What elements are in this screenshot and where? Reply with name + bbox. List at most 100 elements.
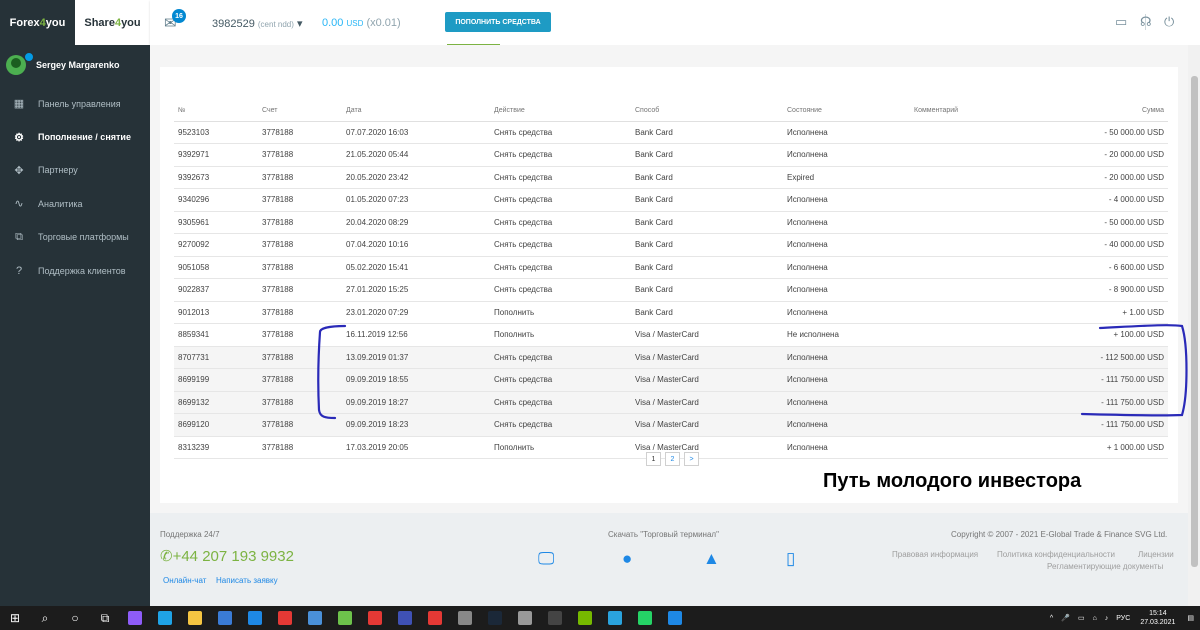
app-icon[interactable] bbox=[450, 606, 480, 630]
regulating-docs-link[interactable]: Регламентирующие документы bbox=[1047, 562, 1163, 571]
column-header[interactable]: № bbox=[174, 100, 258, 122]
sidebar-item-0[interactable]: ▦ Панель управления bbox=[0, 87, 150, 120]
app-icon[interactable] bbox=[660, 606, 690, 630]
android-icon[interactable]: ▲ bbox=[703, 549, 720, 569]
tray-chevron-icon[interactable]: ^ bbox=[1046, 615, 1057, 622]
cell-account: 3778188 bbox=[258, 143, 342, 167]
app-icon[interactable] bbox=[120, 606, 150, 630]
terminal-icon-glyph bbox=[548, 611, 562, 625]
pagination: 1 2 > bbox=[646, 452, 699, 466]
desktop-icon[interactable]: 🖵 bbox=[538, 549, 554, 569]
gear-icon: ⚙ bbox=[14, 131, 24, 144]
cell-comment bbox=[910, 278, 1030, 302]
sidebar-item-2[interactable]: ✥ Партнеру bbox=[0, 154, 150, 187]
licenses-link[interactable]: Лицензии bbox=[1138, 550, 1174, 559]
forex4you-logo[interactable]: Forex 4 you bbox=[0, 0, 75, 45]
sidebar-item-4[interactable]: ⧉ Торговые платформы bbox=[0, 221, 150, 254]
cell-id[interactable]: 8699199 bbox=[174, 368, 258, 392]
cell-id[interactable]: 9392971 bbox=[174, 143, 258, 167]
transactions-table: № Счет Дата Действие Способ Состояние Коммента… bbox=[174, 100, 1168, 459]
page-2-button[interactable]: 2 bbox=[665, 452, 680, 466]
volume-icon[interactable]: ♪ bbox=[1101, 615, 1113, 622]
cell-id[interactable]: 9051058 bbox=[174, 256, 258, 279]
task-view-icon[interactable]: ⧉ bbox=[90, 606, 120, 630]
cell-status: Expired bbox=[783, 166, 910, 189]
write-request-link[interactable]: Написать заявку bbox=[216, 576, 278, 585]
online-chat-link[interactable]: Онлайн-чат bbox=[163, 576, 206, 585]
store-icon-glyph bbox=[218, 611, 232, 625]
network-icon[interactable]: ⌂ bbox=[1089, 615, 1101, 622]
column-header[interactable]: Счет bbox=[258, 100, 342, 122]
nvidia-icon[interactable] bbox=[570, 606, 600, 630]
headset-icon[interactable]: ☊ bbox=[1140, 14, 1152, 30]
language-indicator[interactable]: РУС bbox=[1112, 615, 1134, 622]
edge-icon[interactable] bbox=[150, 606, 180, 630]
cell-id[interactable]: 9523103 bbox=[174, 121, 258, 144]
account-number: 3982529 bbox=[212, 18, 255, 30]
cell-comment bbox=[910, 188, 1030, 212]
calculator-icon[interactable] bbox=[300, 606, 330, 630]
privacy-policy-link[interactable]: Политика конфиденциальности bbox=[997, 550, 1115, 559]
column-header[interactable]: Способ bbox=[631, 100, 783, 122]
cell-id[interactable]: 9305961 bbox=[174, 211, 258, 234]
search-icon[interactable]: ⌕ bbox=[30, 606, 60, 630]
column-header[interactable]: Дата bbox=[342, 100, 490, 122]
telegram-icon[interactable] bbox=[600, 606, 630, 630]
column-header[interactable]: Состояние bbox=[783, 100, 910, 122]
page-scrollbar[interactable] bbox=[1188, 45, 1200, 606]
scroll-thumb[interactable] bbox=[1191, 76, 1198, 567]
column-header[interactable]: Комментарий bbox=[910, 100, 1030, 122]
mail-icon[interactable] bbox=[240, 606, 270, 630]
cell-action: Снять средства bbox=[490, 233, 631, 257]
cell-id[interactable]: 9392673 bbox=[174, 166, 258, 189]
cell-status: Исполнена bbox=[783, 436, 910, 459]
account-selector[interactable]: 3982529 (cent ndd) ▾ bbox=[212, 17, 303, 30]
legal-info-link[interactable]: Правовая информация bbox=[892, 550, 978, 559]
power-icon[interactable]: ⏻ bbox=[1164, 14, 1174, 30]
cell-action: Снять средства bbox=[490, 166, 631, 189]
sidebar-item-3[interactable]: ∿ Аналитика bbox=[0, 187, 150, 220]
column-header[interactable]: Сумма bbox=[1030, 100, 1168, 122]
cell-account: 3778188 bbox=[258, 436, 342, 459]
steam-icon[interactable] bbox=[480, 606, 510, 630]
whatsapp-icon[interactable] bbox=[630, 606, 660, 630]
app-icon[interactable] bbox=[510, 606, 540, 630]
cell-method: Bank Card bbox=[631, 256, 783, 279]
share4you-logo[interactable]: Share 4 you bbox=[75, 0, 150, 45]
file-explorer-icon[interactable] bbox=[180, 606, 210, 630]
tablet-icon[interactable]: ▯ bbox=[786, 549, 795, 569]
yandex-icon[interactable] bbox=[270, 606, 300, 630]
cell-amount: - 111 750.00 USD bbox=[1030, 391, 1168, 414]
chat-icon[interactable]: ▭ bbox=[1115, 14, 1127, 30]
xbox-icon[interactable] bbox=[330, 606, 360, 630]
notifications-icon[interactable]: ▤ bbox=[1181, 614, 1200, 622]
cell-id[interactable]: 9340296 bbox=[174, 188, 258, 212]
terminal-icon[interactable] bbox=[540, 606, 570, 630]
cortana-icon[interactable]: ○ bbox=[60, 606, 90, 630]
system-tray: ^ 🎤 ▭ ⌂ ♪ РУС 15:14 27.03.2021 ▤ bbox=[1046, 606, 1200, 630]
sidebar-item-1[interactable]: ⚙ Пополнение / снятие bbox=[0, 120, 150, 153]
cell-id[interactable]: 8707731 bbox=[174, 346, 258, 369]
cell-id[interactable]: 9270092 bbox=[174, 233, 258, 257]
clock[interactable]: 15:14 27.03.2021 bbox=[1134, 609, 1181, 627]
cell-date: 07.07.2020 16:03 bbox=[342, 121, 490, 144]
column-header[interactable]: Действие bbox=[490, 100, 631, 122]
microphone-icon[interactable]: 🎤 bbox=[1057, 614, 1074, 622]
page-1-button[interactable]: 1 bbox=[646, 452, 661, 466]
cell-id[interactable]: 9022837 bbox=[174, 278, 258, 302]
deposit-button[interactable]: ПОПОЛНИТЬ СРЕДСТВА bbox=[445, 12, 551, 32]
cell-id[interactable]: 8699120 bbox=[174, 413, 258, 437]
apple-icon[interactable]: ● bbox=[622, 549, 632, 569]
store-icon[interactable] bbox=[210, 606, 240, 630]
battery-icon[interactable]: ▭ bbox=[1074, 614, 1089, 622]
app-icon[interactable] bbox=[420, 606, 450, 630]
windows-start-icon[interactable]: ⊞ bbox=[0, 606, 30, 630]
user-profile[interactable]: Sergey Margarenko bbox=[6, 52, 146, 78]
table-row: 9022837 3778188 27.01.2020 15:25 Снять сред… bbox=[174, 278, 1168, 302]
yandex-browser-icon[interactable] bbox=[360, 606, 390, 630]
cell-id[interactable]: 8699132 bbox=[174, 391, 258, 414]
next-page-button[interactable]: > bbox=[684, 452, 699, 466]
sidebar-item-5[interactable]: ? Поддержка клиентов bbox=[0, 254, 150, 287]
app-icon[interactable] bbox=[390, 606, 420, 630]
cell-amount: - 111 750.00 USD bbox=[1030, 368, 1168, 392]
